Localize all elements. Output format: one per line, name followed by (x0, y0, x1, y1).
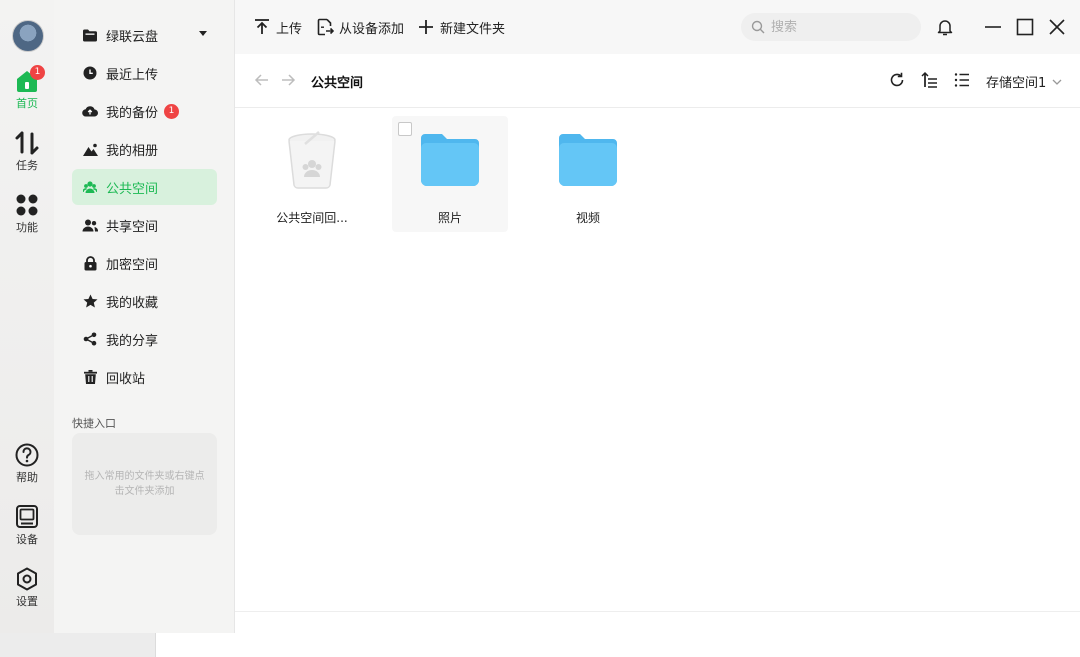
sidebar-item-backup[interactable]: 我的备份 1 (72, 93, 217, 129)
sidebar-item-share[interactable]: 我的分享 (72, 321, 217, 357)
upload-label: 上传 (276, 21, 303, 37)
file-item-recycle[interactable]: 公共空间回... (254, 116, 370, 232)
folder-icon (421, 134, 479, 186)
rail-label-settings: 设置 (16, 595, 38, 608)
rail-label-features: 功能 (16, 221, 38, 234)
icon-rail: 1 首页 任务 功能 帮助 设备 设置 (0, 0, 55, 633)
file-name: 视频 (575, 211, 600, 225)
breadcrumb[interactable]: 公共空间 (311, 72, 363, 91)
path-bar: 公共空间 存储空间1 (235, 54, 1080, 108)
app-window: 1 首页 任务 功能 帮助 设备 设置 绿联云盘 最近上传 我的备份 1 我的相… (0, 0, 1080, 633)
sidebar-item-encrypted[interactable]: 加密空间 (72, 245, 217, 281)
maximize-icon[interactable] (1015, 17, 1035, 37)
forward-arrow-icon[interactable] (280, 72, 296, 88)
chevron-down-icon (1052, 79, 1062, 85)
rail-label-tasks: 任务 (16, 159, 38, 172)
back-arrow-icon[interactable] (254, 72, 270, 88)
mountain-icon (82, 141, 98, 157)
clock-icon (82, 65, 98, 81)
backup-badge: 1 (164, 103, 180, 119)
recycle-bin-icon (288, 131, 336, 189)
new-folder-label: 新建文件夹 (440, 21, 506, 37)
toolbar: 上传 从设备添加 新建文件夹 (235, 0, 1080, 54)
sidebar-label: 共享空间 (106, 219, 159, 235)
file-item-videos[interactable]: 视频 (530, 116, 646, 232)
cloud-upload-icon (82, 103, 98, 119)
sidebar-label: 最近上传 (106, 67, 159, 83)
file-name: 公共空间回... (276, 211, 348, 225)
add-from-device-label: 从设备添加 (339, 21, 405, 37)
rail-label-home: 首页 (16, 97, 38, 110)
folder-icon (82, 27, 98, 43)
minimize-icon[interactable] (983, 17, 1003, 37)
help-icon (15, 443, 39, 467)
sidebar-label: 我的收藏 (106, 295, 159, 311)
file-item-photos[interactable]: 照片 (392, 116, 508, 232)
rail-label-device: 设备 (16, 533, 38, 546)
sidebar-item-favorites[interactable]: 我的收藏 (72, 283, 217, 319)
star-icon (82, 293, 98, 309)
search-icon (751, 20, 765, 34)
home-badge: 1 (30, 65, 45, 80)
rail-item-features[interactable]: 功能 (0, 192, 54, 234)
trash-icon (82, 369, 98, 385)
gear-icon (17, 567, 37, 591)
sidebar-item-trash[interactable]: 回收站 (72, 359, 217, 395)
quick-access-title: 快捷入口 (72, 417, 116, 430)
main-panel: 上传 从设备添加 新建文件夹 公共空间 (235, 0, 1080, 633)
select-checkbox[interactable] (398, 122, 412, 136)
rail-label-help: 帮助 (16, 471, 38, 484)
add-from-device-button[interactable]: 从设备添加 (316, 17, 404, 37)
rail-item-home[interactable]: 1 首页 (0, 65, 54, 110)
sidebar-label: 加密空间 (106, 257, 159, 273)
avatar[interactable] (12, 20, 44, 52)
sidebar-label: 我的分享 (106, 333, 159, 349)
grid-icon (16, 194, 38, 216)
sort-icon[interactable] (920, 71, 938, 89)
storage-label: 存储空间1 (986, 76, 1047, 91)
sidebar-item-recent[interactable]: 最近上传 (72, 55, 217, 91)
sidebar-label: 绿联云盘 (106, 29, 159, 45)
sidebar-label: 我的备份 (106, 105, 159, 121)
sidebar-item-shared-space[interactable]: 共享空间 (72, 207, 217, 243)
bell-icon[interactable] (935, 17, 955, 37)
chevron-down-icon[interactable] (199, 31, 207, 36)
sidebar-item-cloud[interactable]: 绿联云盘 (72, 17, 217, 53)
search-box[interactable] (741, 13, 921, 41)
divider (235, 611, 1080, 612)
transfer-icon (15, 131, 39, 155)
upload-button[interactable]: 上传 (253, 17, 302, 37)
upload-icon (255, 19, 269, 34)
lock-icon (82, 255, 98, 271)
rail-item-device[interactable]: 设备 (0, 504, 54, 546)
file-grid: 公共空间回... 照片 视频 (235, 108, 1080, 611)
users-icon (82, 217, 98, 233)
folder-icon (559, 134, 617, 186)
sidebar-item-public-space[interactable]: 公共空间 (72, 169, 217, 205)
sidebar-item-album[interactable]: 我的相册 (72, 131, 217, 167)
rail-item-settings[interactable]: 设置 (0, 566, 54, 608)
close-icon[interactable] (1047, 17, 1067, 37)
quick-access-dropzone[interactable]: 拖入常用的文件夹或右键点击文件夹添加 (72, 433, 217, 535)
device-icon (16, 505, 38, 528)
search-input[interactable] (769, 18, 913, 36)
sidebar-label: 回收站 (106, 371, 146, 387)
list-view-icon[interactable] (953, 71, 971, 89)
desktop-strip (0, 633, 1080, 657)
people-icon (82, 179, 98, 195)
plus-icon (419, 20, 433, 34)
device-import-icon (317, 18, 334, 36)
file-name: 照片 (437, 211, 462, 225)
new-folder-button[interactable]: 新建文件夹 (417, 17, 505, 37)
rail-item-tasks[interactable]: 任务 (0, 130, 54, 172)
sidebar: 绿联云盘 最近上传 我的备份 1 我的相册 公共空间 共享空间 加密空间 我的收… (54, 0, 235, 633)
sidebar-label: 公共空间 (106, 181, 159, 197)
rail-item-help[interactable]: 帮助 (0, 442, 54, 484)
desktop-panel (0, 633, 156, 657)
share-icon (82, 331, 98, 347)
refresh-icon[interactable] (888, 71, 906, 89)
quick-access-hint: 拖入常用的文件夹或右键点击文件夹添加 (84, 471, 205, 497)
storage-select[interactable]: 存储空间1 (986, 72, 1062, 91)
sidebar-label: 我的相册 (106, 143, 159, 159)
